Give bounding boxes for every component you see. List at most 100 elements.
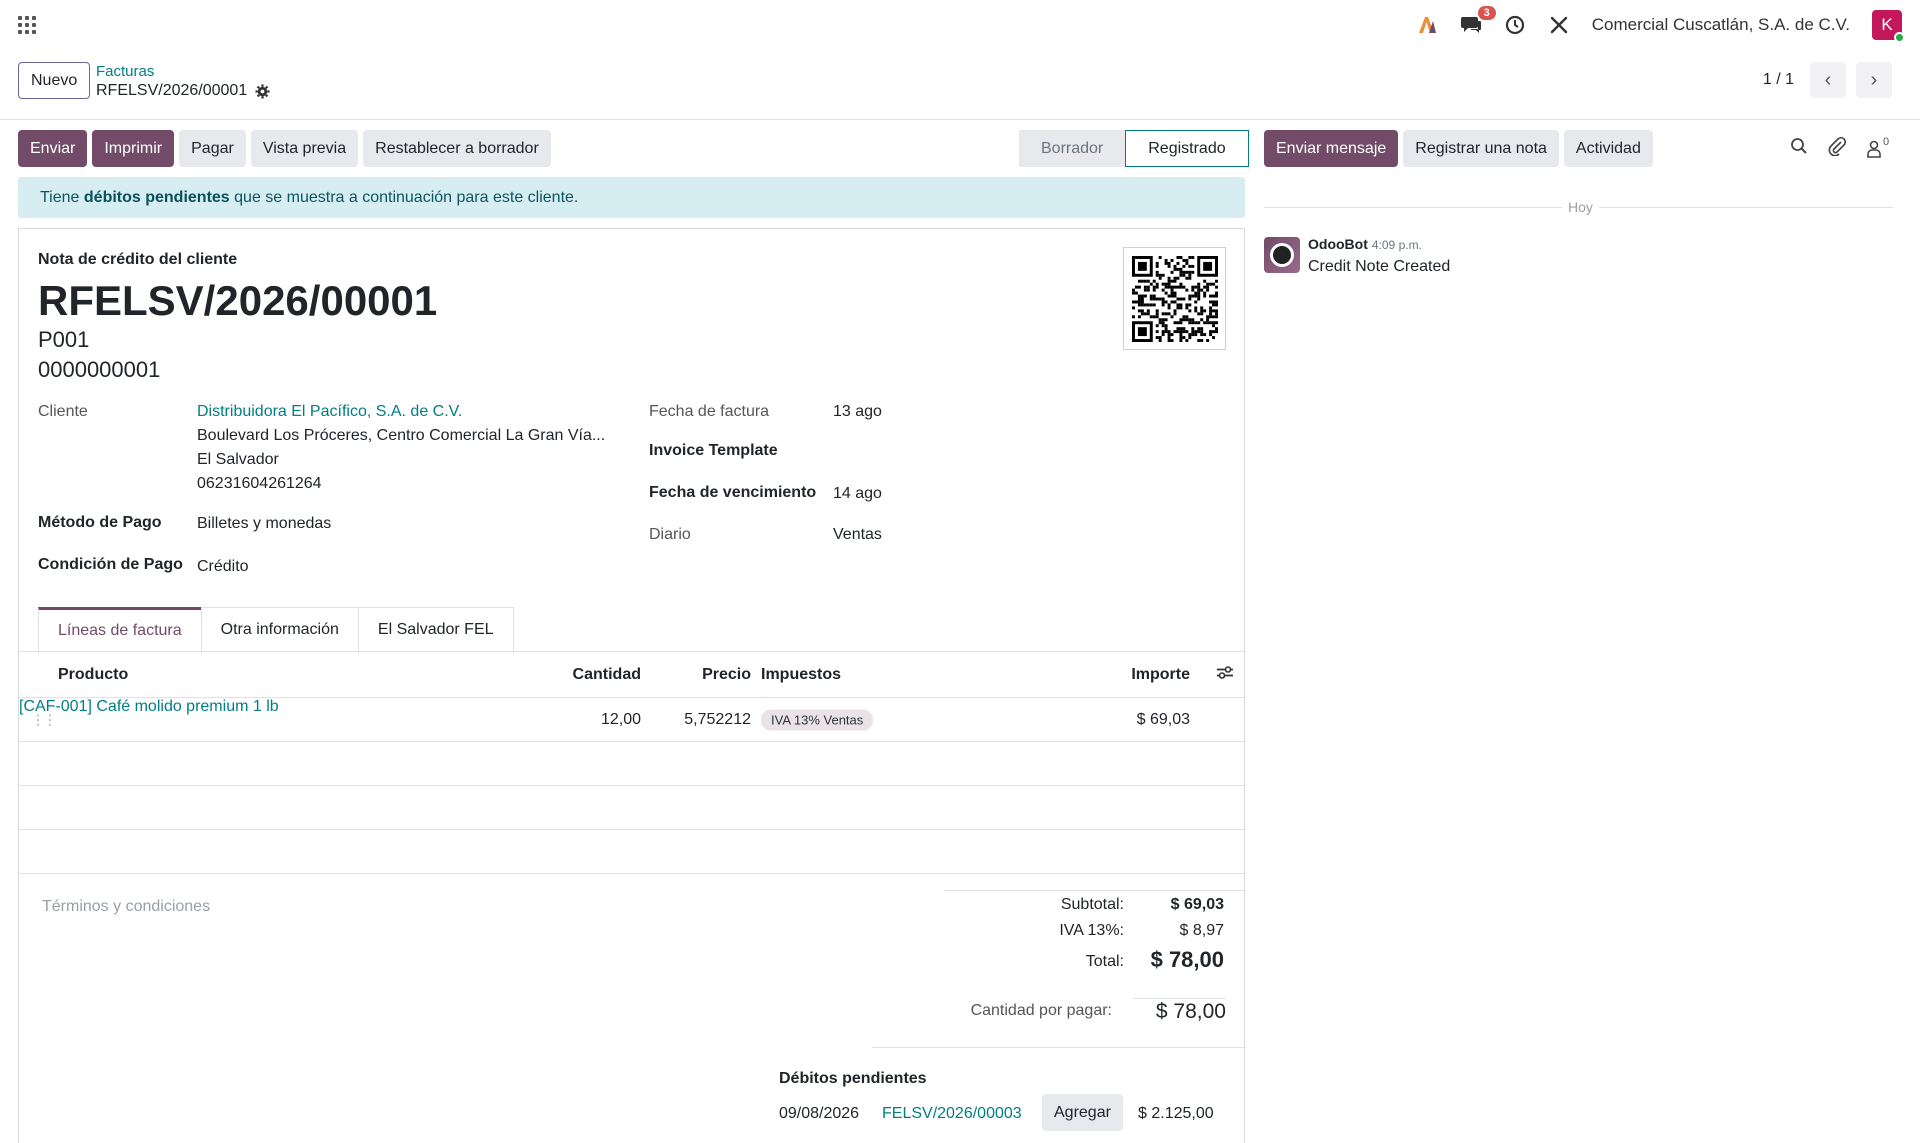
add-pending-button[interactable]: Agregar [1042, 1094, 1123, 1131]
tab-other-info[interactable]: Otra información [200, 607, 359, 652]
user-avatar-letter: K [1881, 15, 1893, 34]
invoice-template-label: Invoice Template [649, 442, 778, 459]
breadcrumb-current: RFELSV/2026/00001 [96, 82, 270, 100]
odoobot-avatar[interactable] [1264, 237, 1300, 273]
preview-button[interactable]: Vista previa [250, 130, 359, 167]
qr-code [1123, 247, 1226, 350]
empty-row[interactable] [19, 742, 1246, 786]
print-button[interactable]: Imprimir [92, 130, 175, 167]
col-quantity[interactable]: Cantidad [573, 666, 641, 684]
pending-debits-title: Débitos pendientes [779, 1070, 927, 1087]
pager-next-button[interactable]: › [1856, 62, 1892, 98]
iva-label: IVA 13%: [1059, 922, 1124, 939]
alert-suffix: que se muestra a continuación para este … [234, 188, 579, 206]
document-title: RFELSV/2026/00001 [38, 277, 438, 324]
line-tax-tag[interactable]: IVA 13% Ventas [761, 709, 874, 730]
iva-value: $ 8,97 [1179, 922, 1224, 939]
col-taxes[interactable]: Impuestos [761, 666, 841, 684]
payment-method-label: Método de Pago [38, 514, 162, 531]
customer-link[interactable]: Distribuidora El Pacífico, S.A. de C.V. [197, 403, 462, 421]
tools-icon[interactable] [1548, 14, 1570, 36]
status-draft[interactable]: Borrador [1019, 130, 1126, 167]
date-separator-label: Hoy [1562, 199, 1599, 215]
invoice-date-field[interactable]: 13 ago [833, 403, 882, 421]
status-posted[interactable]: Registrado [1125, 130, 1249, 167]
due-date-label: Fecha de vencimiento [649, 484, 817, 501]
pending-date: 09/08/2026 [779, 1105, 860, 1122]
customer-phone: 06231604261264 [197, 475, 322, 492]
send-button[interactable]: Enviar [18, 130, 88, 167]
send-message-button[interactable]: Enviar mensaje [1264, 130, 1399, 167]
gear-icon[interactable] [255, 83, 270, 99]
control-panel: Nuevo Facturas RFELSV/2026/00001 1 / 1 ‹… [0, 50, 1920, 120]
odoobot-face-icon [1270, 243, 1294, 267]
pending-divider [872, 1047, 1246, 1048]
message-author: OdooBot 4:09 p.m. [1308, 236, 1422, 252]
total-label: Total: [1085, 953, 1124, 970]
pending-debits-alert: Tiene débitos pendientes que se muestra … [18, 177, 1245, 218]
drag-handle-icon[interactable]: ⋮⋮ [31, 711, 57, 728]
line-amount: $ 69,03 [1136, 710, 1190, 728]
breadcrumb-parent-link[interactable]: Facturas [96, 63, 270, 80]
search-icon[interactable] [1790, 137, 1808, 160]
reset-to-draft-button[interactable]: Restablecer a borrador [363, 130, 551, 167]
empty-row[interactable] [19, 830, 1246, 874]
attachment-icon[interactable] [1828, 136, 1847, 161]
payment-condition-field[interactable]: Crédito [197, 558, 249, 576]
breadcrumb: Facturas RFELSV/2026/00001 [96, 63, 270, 100]
payment-condition-label: Condición de Pago [38, 556, 183, 573]
line-product[interactable]: [CAF-001] Café molido premium 1 lb [19, 698, 279, 715]
pending-amount: $ 2.125,00 [1138, 1105, 1214, 1122]
activity-clock-icon[interactable] [1504, 14, 1526, 36]
column-settings-icon[interactable] [1216, 665, 1234, 684]
navbar-systray: 3 Comercial Cuscatlán, S.A. de C.V. K [1416, 6, 1905, 43]
activity-button[interactable]: Actividad [1563, 130, 1653, 167]
table-row[interactable]: ⋮⋮ [CAF-001] Café molido premium 1 lb 12… [19, 698, 1246, 742]
journal-field[interactable]: Ventas [833, 526, 882, 544]
online-status-dot [1894, 32, 1905, 43]
pager-value[interactable]: 1 / 1 [1763, 71, 1794, 89]
pending-invoice-link[interactable]: FELSV/2026/00003 [882, 1105, 1022, 1123]
ai-assistant-icon[interactable] [1416, 14, 1438, 36]
invoice-date-label: Fecha de factura [649, 403, 770, 420]
new-button[interactable]: Nuevo [18, 62, 91, 99]
total-value: $ 78,00 [1150, 947, 1224, 972]
terms-input[interactable]: Términos y condiciones [42, 898, 210, 916]
payment-method-field[interactable]: Billetes y monedas [197, 515, 331, 533]
action-buttons: Enviar Imprimir Pagar Vista previa Resta… [18, 130, 551, 167]
company-switcher[interactable]: Comercial Cuscatlán, S.A. de C.V. [1592, 15, 1850, 35]
pager-previous-button[interactable]: ‹ [1810, 62, 1846, 98]
col-price[interactable]: Precio [702, 666, 751, 684]
message-author-name[interactable]: OdooBot [1308, 236, 1368, 252]
col-amount[interactable]: Importe [1131, 666, 1190, 684]
form-sheet: Nota de crédito del cliente RFELSV/2026/… [18, 228, 1246, 1143]
journal-label: Diario [649, 526, 691, 543]
line-price[interactable]: 5,752212 [684, 711, 751, 729]
breadcrumb-current-label: RFELSV/2026/00001 [96, 82, 248, 99]
subtotal-value: $ 69,03 [1170, 896, 1224, 913]
line-quantity[interactable]: 12,00 [601, 711, 641, 729]
apps-menu-icon[interactable] [18, 16, 36, 34]
log-note-button[interactable]: Registrar una nota [1403, 130, 1559, 167]
followers-button[interactable]: 0 [1866, 136, 1889, 158]
chevron-left-icon: ‹ [1824, 68, 1832, 91]
due-date-field[interactable]: 14 ago [833, 485, 882, 503]
message-time: 4:09 p.m. [1371, 238, 1422, 252]
notebook-tabs: Líneas de factura Otra información El Sa… [38, 607, 514, 652]
col-product[interactable]: Producto [58, 666, 128, 684]
top-navbar: 3 Comercial Cuscatlán, S.A. de C.V. K [0, 0, 1920, 50]
alert-prefix: Tiene [40, 188, 80, 206]
document-series: P001 [38, 327, 90, 352]
user-avatar[interactable]: K [1872, 10, 1905, 43]
tab-invoice-lines[interactable]: Líneas de factura [38, 607, 202, 652]
messaging-icon[interactable]: 3 [1460, 6, 1496, 36]
empty-row[interactable] [19, 786, 1246, 830]
chevron-right-icon: › [1870, 68, 1878, 91]
tab-el-salvador-fel[interactable]: El Salvador FEL [357, 607, 514, 652]
followers-count: 0 [1883, 135, 1890, 148]
user-icon [1867, 140, 1881, 158]
document-type: Nota de crédito del cliente [38, 251, 238, 268]
status-bar: Borrador Registrado [1019, 130, 1249, 167]
invoice-lines-header: Producto Cantidad Precio Impuestos Impor… [19, 652, 1246, 698]
pay-button[interactable]: Pagar [179, 130, 246, 167]
